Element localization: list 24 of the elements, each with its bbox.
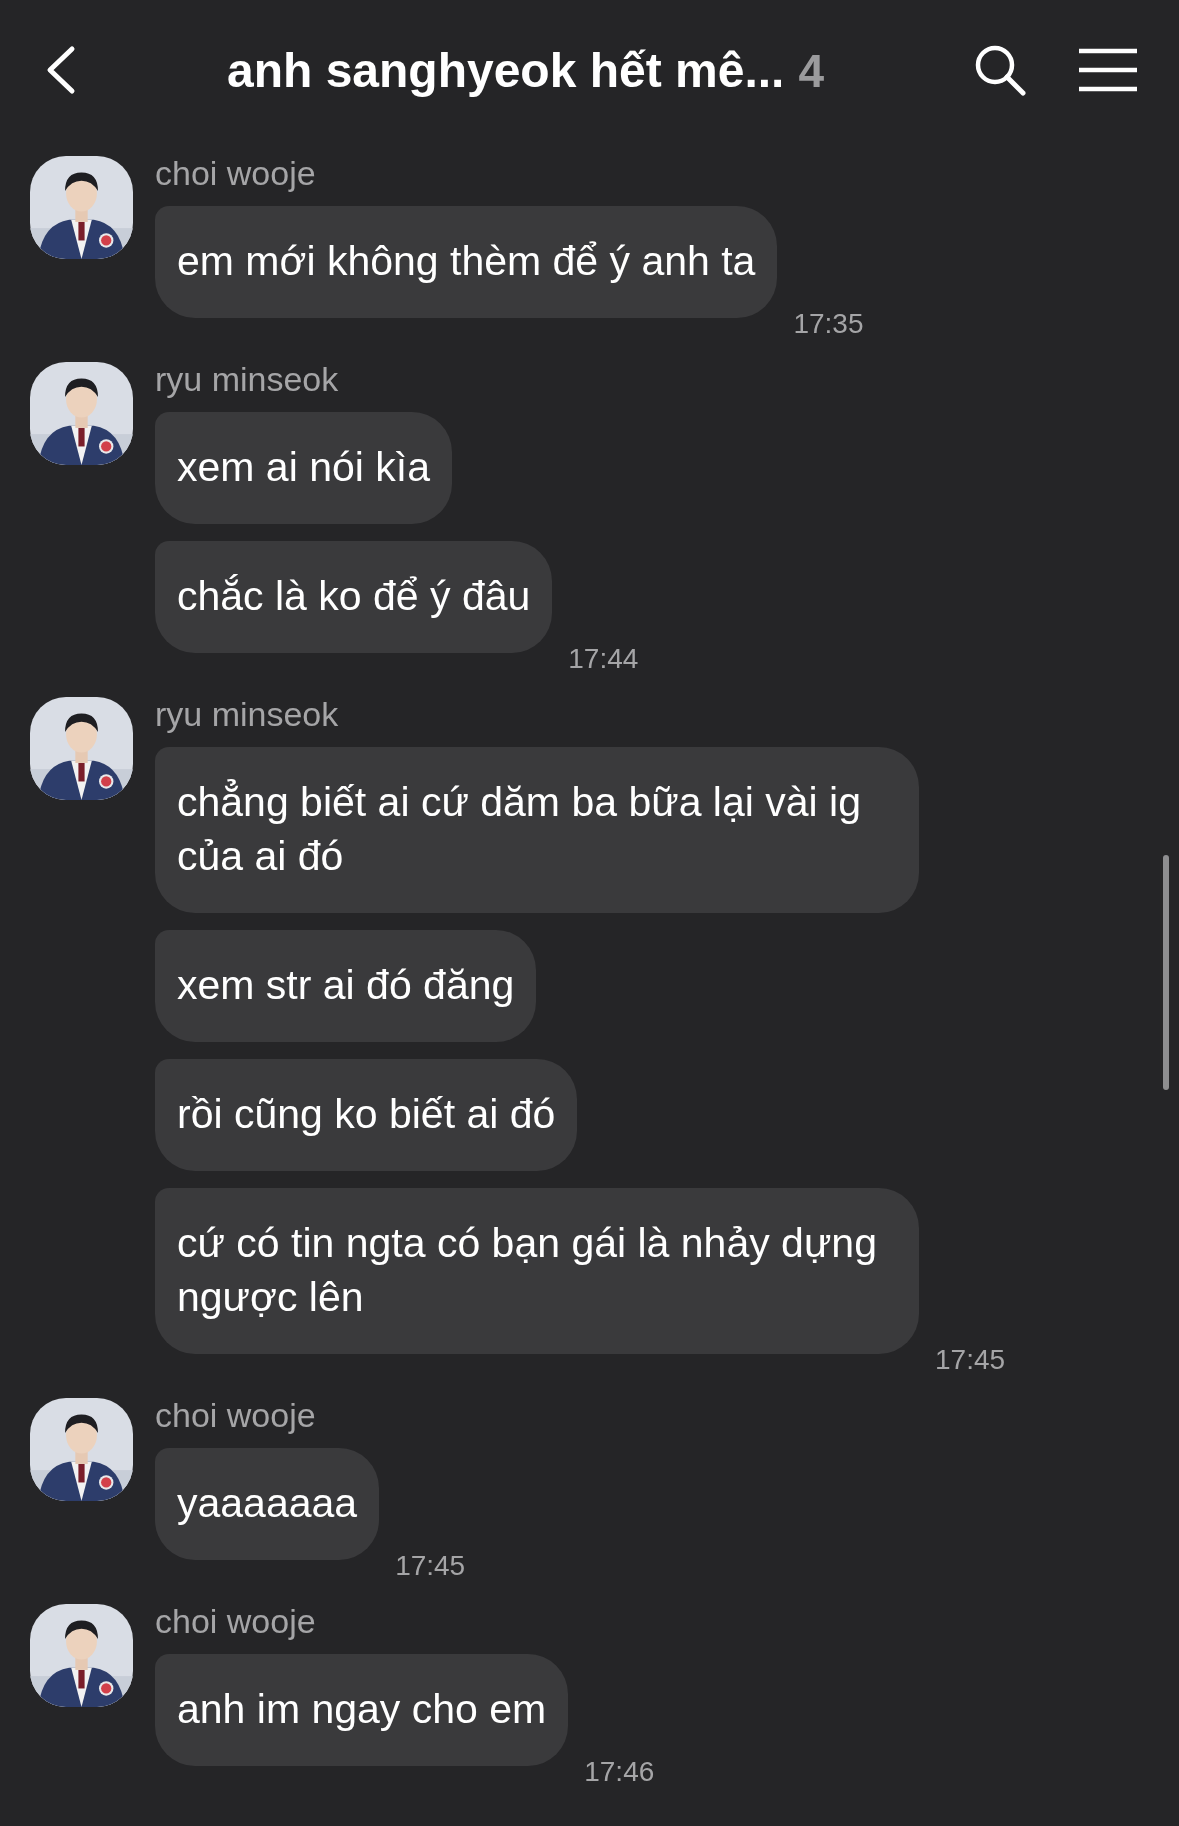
message-bubble: anh im ngay cho em <box>155 1654 569 1766</box>
sender-name: ryu minseok <box>155 695 339 734</box>
menu-button[interactable] <box>1077 48 1139 92</box>
message-time: 17:35 <box>793 308 864 340</box>
message-bubble: rồi cũng ko biết ai đó <box>155 1059 578 1171</box>
message-bubble: em mới không thèm để ý anh ta <box>155 206 778 318</box>
message-time: 17:46 <box>584 1756 655 1788</box>
message-time: 17:44 <box>568 643 639 675</box>
chat-title: anh sanghyeok hết mê... <box>226 42 785 98</box>
scrollbar[interactable] <box>1163 855 1169 1090</box>
message-time: 17:45 <box>395 1550 466 1582</box>
sender-name: choi wooje <box>155 1602 316 1641</box>
message-bubble: cứ có tin ngta có bạn gái là nhảy dựng ngược lên <box>155 1188 919 1354</box>
message-bubble: chắc là ko để ý đâu <box>155 541 553 653</box>
sender-name: choi wooje <box>155 154 316 193</box>
message-bubble: yaaaaaaa <box>155 1448 380 1560</box>
message-bubble: xem ai nói kìa <box>155 412 452 524</box>
message-time: 17:45 <box>935 1344 1006 1376</box>
sender-name: choi wooje <box>155 1396 316 1435</box>
member-count: 4 <box>798 43 825 98</box>
message-bubble: xem str ai đó đăng <box>155 930 537 1042</box>
message-bubble: chẳng biết ai cứ dăm ba bữa lại vài ig của ai đó <box>155 747 919 913</box>
sender-name: ryu minseok <box>155 360 339 399</box>
search-button[interactable] <box>973 43 1027 97</box>
